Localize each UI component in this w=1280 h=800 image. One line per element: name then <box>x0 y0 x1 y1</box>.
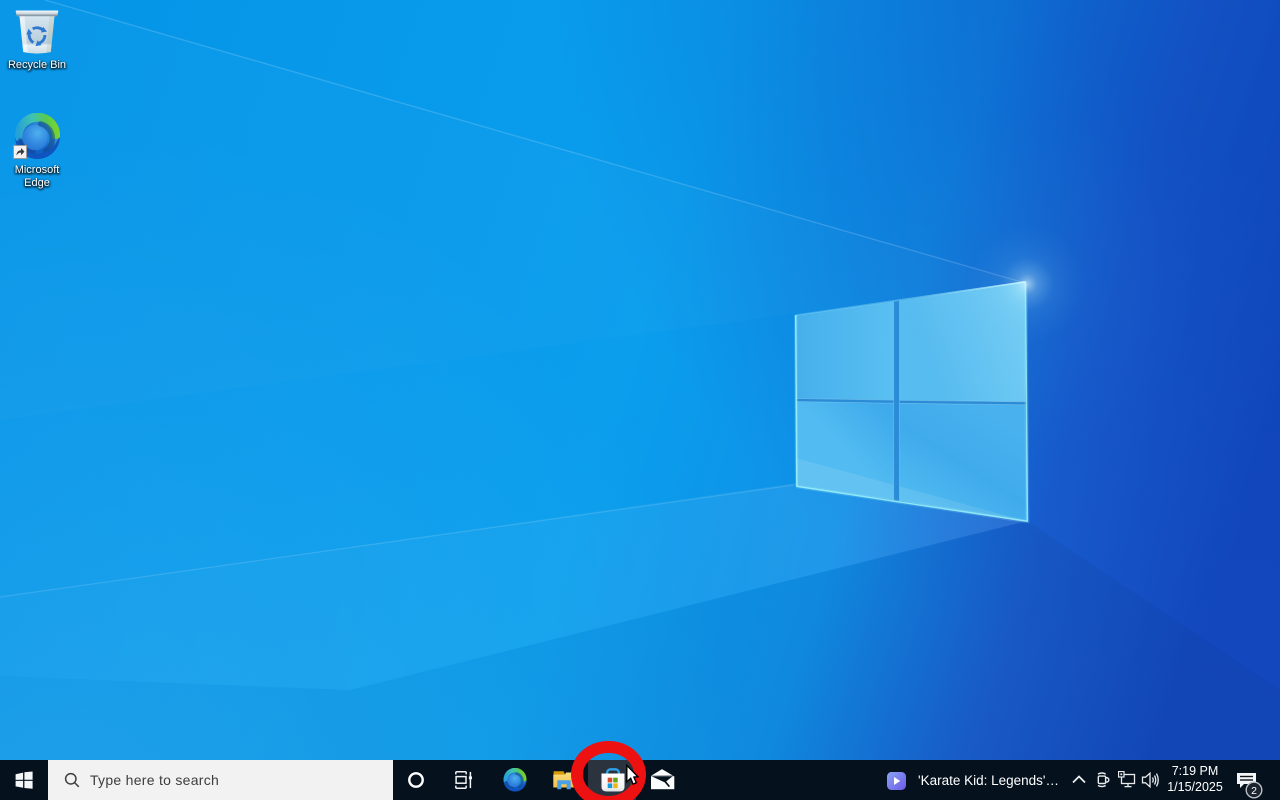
svg-text:2: 2 <box>1251 785 1257 797</box>
